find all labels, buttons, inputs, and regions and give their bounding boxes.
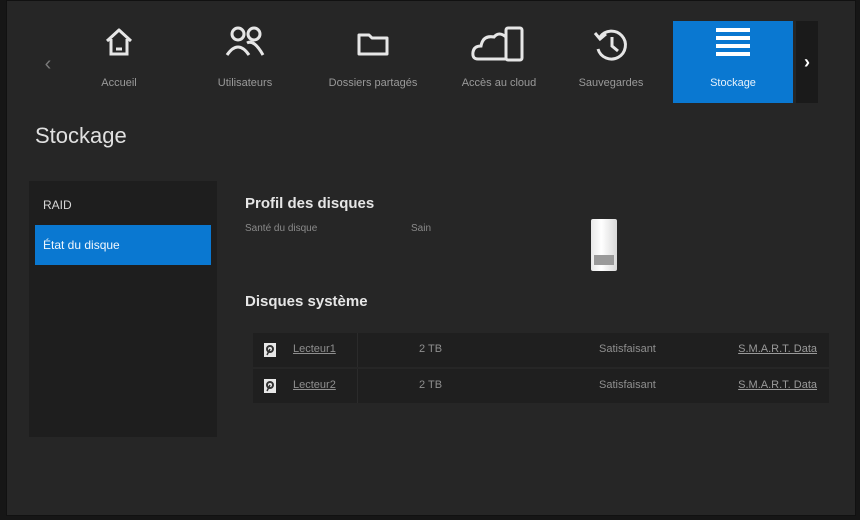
tab-stockage[interactable]: Stockage — [673, 21, 793, 103]
tab-label: Utilisateurs — [217, 77, 273, 89]
tab-dossiers-partages[interactable]: Dossiers partagés — [313, 21, 433, 103]
tab-label: Dossiers partagés — [328, 77, 418, 89]
drive-icon — [264, 343, 276, 357]
health-label: Santé du disque — [245, 223, 318, 234]
profile-section-title: Profil des disques — [245, 195, 375, 212]
sidebar-item-raid[interactable]: RAID — [35, 185, 211, 225]
drive-size: 2 TB — [419, 343, 443, 355]
tab-label: Sauvegardes — [578, 77, 644, 89]
home-icon — [59, 25, 179, 69]
table-row: Lecteur2 2 TB Satisfaisant S.M.A.R.T. Da… — [253, 369, 829, 403]
disk-enclosure-image — [591, 219, 617, 271]
top-navigation: ‹ Accueil Utilisateurs Dossiers partagés… — [7, 1, 855, 107]
drive-name-link[interactable]: Lecteur1 — [293, 343, 336, 355]
drive-status: Satisfaisant — [599, 343, 656, 355]
users-icon — [185, 25, 305, 69]
sidebar-item-etat-disque[interactable]: État du disque — [35, 225, 211, 265]
health-value: Sain — [411, 223, 432, 234]
nav-next-arrow[interactable]: › — [796, 21, 818, 103]
tab-utilisateurs[interactable]: Utilisateurs — [185, 21, 305, 103]
tab-label: Accès au cloud — [461, 77, 537, 89]
drive-status: Satisfaisant — [599, 379, 656, 391]
nav-prev-arrow[interactable]: ‹ — [37, 53, 59, 75]
tab-acces-cloud[interactable]: Accès au cloud — [439, 21, 559, 103]
page-title: Stockage — [35, 123, 127, 148]
sidebar: RAID État du disque — [29, 181, 217, 437]
storage-menu-icon — [673, 25, 793, 69]
smart-data-link[interactable]: S.M.A.R.T. Data — [738, 379, 817, 391]
app-frame: ‹ Accueil Utilisateurs Dossiers partagés… — [6, 0, 856, 516]
system-disks-title: Disques système — [245, 293, 368, 310]
folder-icon — [313, 25, 433, 69]
tab-label: Accueil — [101, 77, 137, 89]
tab-accueil[interactable]: Accueil — [59, 21, 179, 103]
history-icon — [551, 25, 671, 69]
table-row: Lecteur1 2 TB Satisfaisant S.M.A.R.T. Da… — [253, 333, 829, 367]
smart-data-link[interactable]: S.M.A.R.T. Data — [738, 343, 817, 355]
drive-size: 2 TB — [419, 379, 443, 391]
tab-label: Stockage — [710, 77, 756, 89]
drive-name-link[interactable]: Lecteur2 — [293, 379, 336, 391]
cloud-device-icon — [439, 25, 559, 69]
tab-sauvegardes[interactable]: Sauvegardes — [551, 21, 671, 103]
drive-icon — [264, 379, 276, 393]
